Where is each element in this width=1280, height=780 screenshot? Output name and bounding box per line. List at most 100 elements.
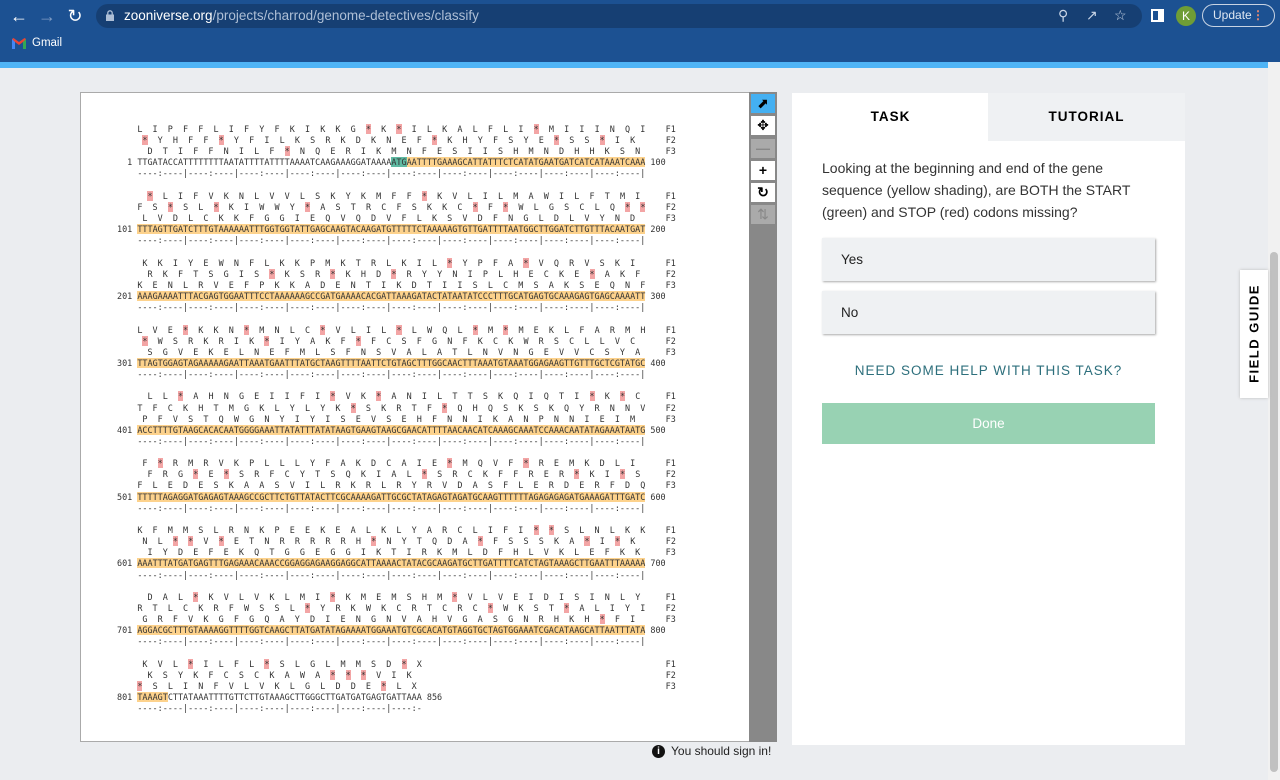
sequence-block: D A L * K V L V K L M I * K M E M S H M …	[117, 592, 676, 647]
stop-codon-marker: *	[330, 669, 336, 680]
answer-no[interactable]: No	[822, 291, 1155, 334]
position-ruler: ----:----|----:----|----:----|----:----|…	[117, 302, 646, 313]
sequence-block: L L * A H N G E I I F I * V K * A N I L …	[117, 391, 676, 446]
stop-codon-marker: *	[523, 458, 529, 469]
dna-row: 701 AGGACGCTTTGTAAAAGGTTTTGGTCAAGCTTATGA…	[117, 625, 666, 636]
star-icon[interactable]: ☆	[1114, 7, 1127, 24]
position-ruler: ----:----|----:----|----:----|----:----|…	[117, 435, 646, 446]
field-guide-tab[interactable]: FIELD GUIDE	[1240, 270, 1268, 398]
subject-viewer: L I P F F L I F Y F K I K K G * K * I L …	[80, 92, 750, 742]
frame-row-f2: R K F T S G I S * K S R * K H D * R Y Y …	[117, 268, 676, 279]
done-button[interactable]: Done	[822, 403, 1155, 444]
stop-codon-marker: *	[218, 135, 224, 146]
stop-codon-marker: *	[401, 658, 407, 669]
zoom-in-icon[interactable]: +	[751, 161, 775, 180]
position-ruler: ----:----|----:----|----:----|----:----|…	[117, 168, 646, 179]
dna-row: 601 AAATTTATGATGAGTTTGAGAAACAAACCGGAGGAG…	[117, 558, 666, 569]
back-icon[interactable]: ←	[8, 5, 30, 27]
browser-chrome: ← → ↻ zooniverse.org/projects/charrod/ge…	[0, 0, 1280, 62]
dna-row: 1 TTGATACCATTTTTTTTAATATTTTATTTTAAAATCAA…	[117, 157, 666, 168]
stop-codon-marker: *	[355, 335, 361, 346]
stop-codon-marker: *	[503, 324, 509, 335]
kebab-menu-icon[interactable]: ⋮	[1252, 5, 1264, 26]
zoom-icon[interactable]: ⚲	[1058, 7, 1068, 24]
gene-highlight: ACCTTTTGTAAGCACACAATGGGGAAATTATATTTATATA…	[137, 424, 646, 435]
stop-codon-marker: *	[157, 458, 163, 469]
stop-codon-marker: *	[574, 469, 580, 480]
frame-row-f1: K K I Y E W N F L K K P M K T R L K I L …	[117, 257, 676, 268]
start-codon-highlight: ATG	[391, 157, 407, 168]
frame-row-f2: T F C K H T M G K L Y L Y K * S K R T F …	[117, 402, 676, 413]
frame-row-f3: I Y D E F E K Q T G G E G G I K T I R K …	[117, 547, 676, 558]
url-path: /projects/charrod/genome-detectives/clas…	[212, 8, 479, 23]
stop-codon-marker: *	[396, 124, 402, 134]
tab-tutorial[interactable]: TUTORIAL	[988, 93, 1185, 141]
frame-row-f1: L I P F F L I F Y F K I K K G * K * I L …	[117, 124, 676, 134]
rotate-icon[interactable]: ↻	[751, 183, 775, 202]
stop-codon-marker: *	[564, 603, 570, 614]
frame-row-f1: D A L * K V L V K L M I * K M E M S H M …	[117, 592, 676, 603]
stop-codon-marker: *	[183, 324, 189, 335]
stop-codon-marker: *	[548, 525, 554, 536]
frame-row-f1: L L * A H N G E I I F I * V K * A N I L …	[117, 391, 676, 402]
stop-codon-marker: *	[330, 268, 336, 279]
frame-row-f3: G R F V K G F G Q A Y D I E N G N V A H …	[117, 614, 676, 625]
answer-yes[interactable]: Yes	[822, 238, 1155, 281]
frame-row-f1: K V L * I L F L * S L G L M M S D * X F1	[117, 658, 676, 669]
zoom-out-icon[interactable]: —	[751, 139, 775, 158]
frame-row-f1: L V E * K K N * M N L C * V L I L * L W …	[117, 324, 676, 335]
scrollbar-thumb[interactable]	[1270, 252, 1278, 772]
bookmark-gmail[interactable]: Gmail	[12, 37, 62, 49]
reset-icon[interactable]: ⇅	[751, 205, 775, 224]
stop-codon-marker: *	[223, 469, 229, 480]
stop-codon-marker: *	[269, 268, 275, 279]
profile-avatar[interactable]: K	[1176, 6, 1196, 26]
gene-highlight: AAATTTATGATGAGTTTGAGAAACAAACCGGAGGAGAAGG…	[137, 558, 646, 569]
address-bar[interactable]: zooniverse.org/projects/charrod/genome-d…	[96, 4, 1142, 28]
stop-codon-marker: *	[142, 135, 148, 146]
stop-codon-marker: *	[640, 201, 646, 212]
pointer-icon[interactable]: ⬈	[751, 94, 775, 113]
sequence-block: L I P F F L I F Y F K I K K G * K * I L …	[117, 124, 676, 179]
page-scrollbar[interactable]	[1268, 62, 1280, 780]
stop-codon-marker: *	[350, 402, 356, 413]
stop-codon-marker: *	[477, 536, 483, 547]
sequence-block: K K I Y E W N F L K K P M K T R L K I L …	[117, 257, 676, 313]
dna-row: 201 AAAGAAAATTTACGAGTGGAATTTCCTAAAAAAGCC…	[117, 291, 666, 301]
reload-icon[interactable]: ↻	[64, 5, 86, 27]
info-icon: i	[652, 744, 665, 758]
update-button[interactable]: Update ⋮	[1202, 4, 1275, 27]
stop-codon-marker: *	[487, 603, 493, 614]
help-link[interactable]: NEED SOME HELP WITH THIS TASK?	[822, 363, 1155, 378]
stop-codon-marker: *	[391, 268, 397, 279]
stop-codon-marker: *	[452, 592, 458, 603]
lock-icon	[106, 10, 114, 21]
stop-codon-marker: *	[365, 124, 372, 134]
position-ruler: ----:----|----:----|----:----|----:----|…	[117, 636, 646, 647]
position-ruler: ----:----|----:----|----:----|----:----|…	[117, 569, 646, 580]
frame-row-f2: * W S R K R I K * I Y A K F * F C S F G …	[142, 335, 676, 346]
side-panel-icon[interactable]	[1151, 9, 1164, 22]
stop-codon-marker: *	[589, 268, 595, 279]
stop-codon-marker: *	[172, 536, 178, 547]
stop-codon-marker: *	[432, 135, 438, 146]
stop-codon-marker: *	[244, 324, 250, 335]
stop-codon-marker: *	[503, 201, 509, 212]
stop-codon-marker: *	[421, 190, 427, 201]
stop-codon-marker: *	[447, 257, 453, 268]
stop-codon-marker: *	[360, 669, 366, 680]
url-host: zooniverse.org	[124, 8, 213, 23]
stop-codon-marker: *	[177, 391, 184, 402]
stop-codon-marker: *	[188, 536, 194, 547]
stop-codon-marker: *	[599, 614, 605, 625]
frame-row-f2: R T L C K R F W S S L * Y R K W K C R T …	[117, 603, 676, 614]
position-ruler: ----:----|----:----|----:----|----:----|…	[117, 502, 646, 513]
forward-icon[interactable]: →	[36, 5, 58, 27]
share-icon[interactable]: ↗	[1086, 7, 1098, 24]
gmail-icon	[12, 37, 26, 49]
move-icon[interactable]: ✥	[751, 116, 775, 135]
stop-codon-marker: *	[620, 391, 626, 402]
stop-codon-marker: *	[523, 257, 529, 268]
tab-task[interactable]: TASK	[792, 93, 989, 141]
frame-row-f3: P F V S T Q W G N Y I Y I S E V S E H F …	[117, 413, 676, 424]
